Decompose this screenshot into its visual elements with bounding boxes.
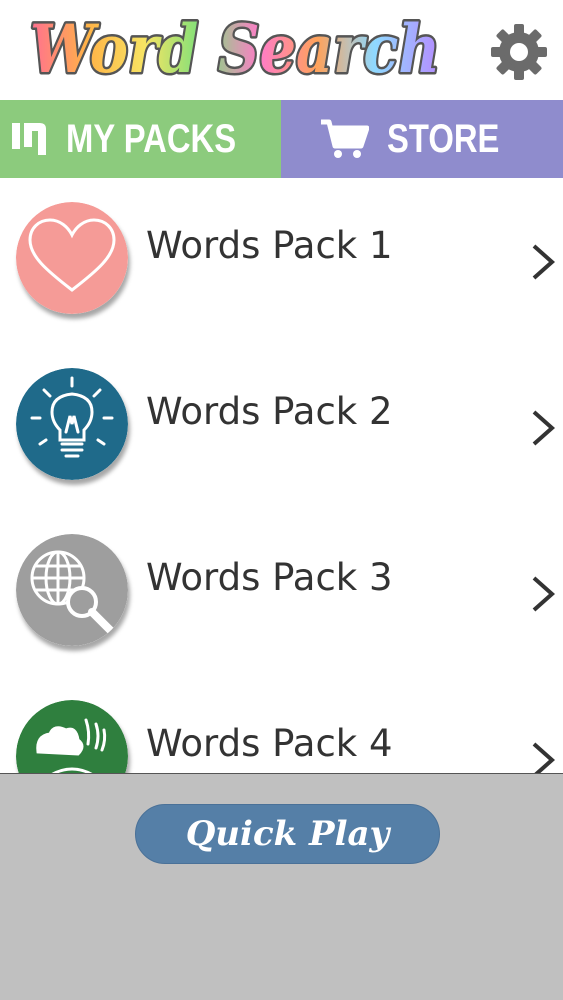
pack-icon-3: [16, 534, 128, 646]
chevron-right-icon: [532, 410, 556, 446]
lightbulb-icon: [16, 368, 128, 480]
pack-label-3: Words Pack 3: [146, 556, 393, 599]
tab-store-label: STORE: [387, 116, 500, 161]
chevron-right-icon: [532, 244, 556, 280]
chevron-right-icon: [532, 576, 556, 612]
pack-icon-2: [16, 368, 128, 480]
pack-label-2: Words Pack 2: [146, 390, 393, 433]
pack-row-2[interactable]: Words Pack 2: [0, 344, 563, 510]
pack-row-1[interactable]: Words Pack 1: [0, 178, 563, 344]
tab-bar: MY PACKS STORE: [0, 100, 563, 178]
tab-my-packs-label: MY PACKS: [65, 116, 236, 161]
quick-play-button[interactable]: Quick Play: [135, 804, 440, 864]
app-logo: Word Search Word Search: [28, 8, 443, 91]
pack-icon-1: [16, 202, 128, 314]
header: Word Search Word Search: [0, 0, 563, 100]
nature-icon: [16, 700, 128, 774]
pack-label-1: Words Pack 1: [146, 224, 393, 267]
cart-icon: [321, 119, 370, 158]
chevron-right-icon: [532, 742, 556, 774]
pack-label-4: Words Pack 4: [146, 722, 393, 765]
tab-my-packs[interactable]: MY PACKS: [0, 100, 281, 178]
heart-icon: [16, 202, 128, 314]
word-search-app: Word Search Word Search MY PACKS STORE W…: [0, 0, 563, 1000]
globe-search-icon: [16, 534, 128, 646]
tab-store[interactable]: STORE: [281, 100, 563, 178]
pack-row-3[interactable]: Words Pack 3: [0, 510, 563, 676]
pack-row-4[interactable]: Words Pack 4: [0, 676, 563, 774]
pack-list: Words Pack 1 Words Pack 2 Words Pack 3 W…: [0, 178, 563, 774]
gear-icon[interactable]: [487, 20, 551, 84]
bottom-panel: Quick Play: [0, 773, 563, 1000]
app-title-fill: Word Search: [30, 10, 440, 88]
pack-icon-4: [16, 700, 128, 774]
packs-icon: [11, 123, 46, 155]
